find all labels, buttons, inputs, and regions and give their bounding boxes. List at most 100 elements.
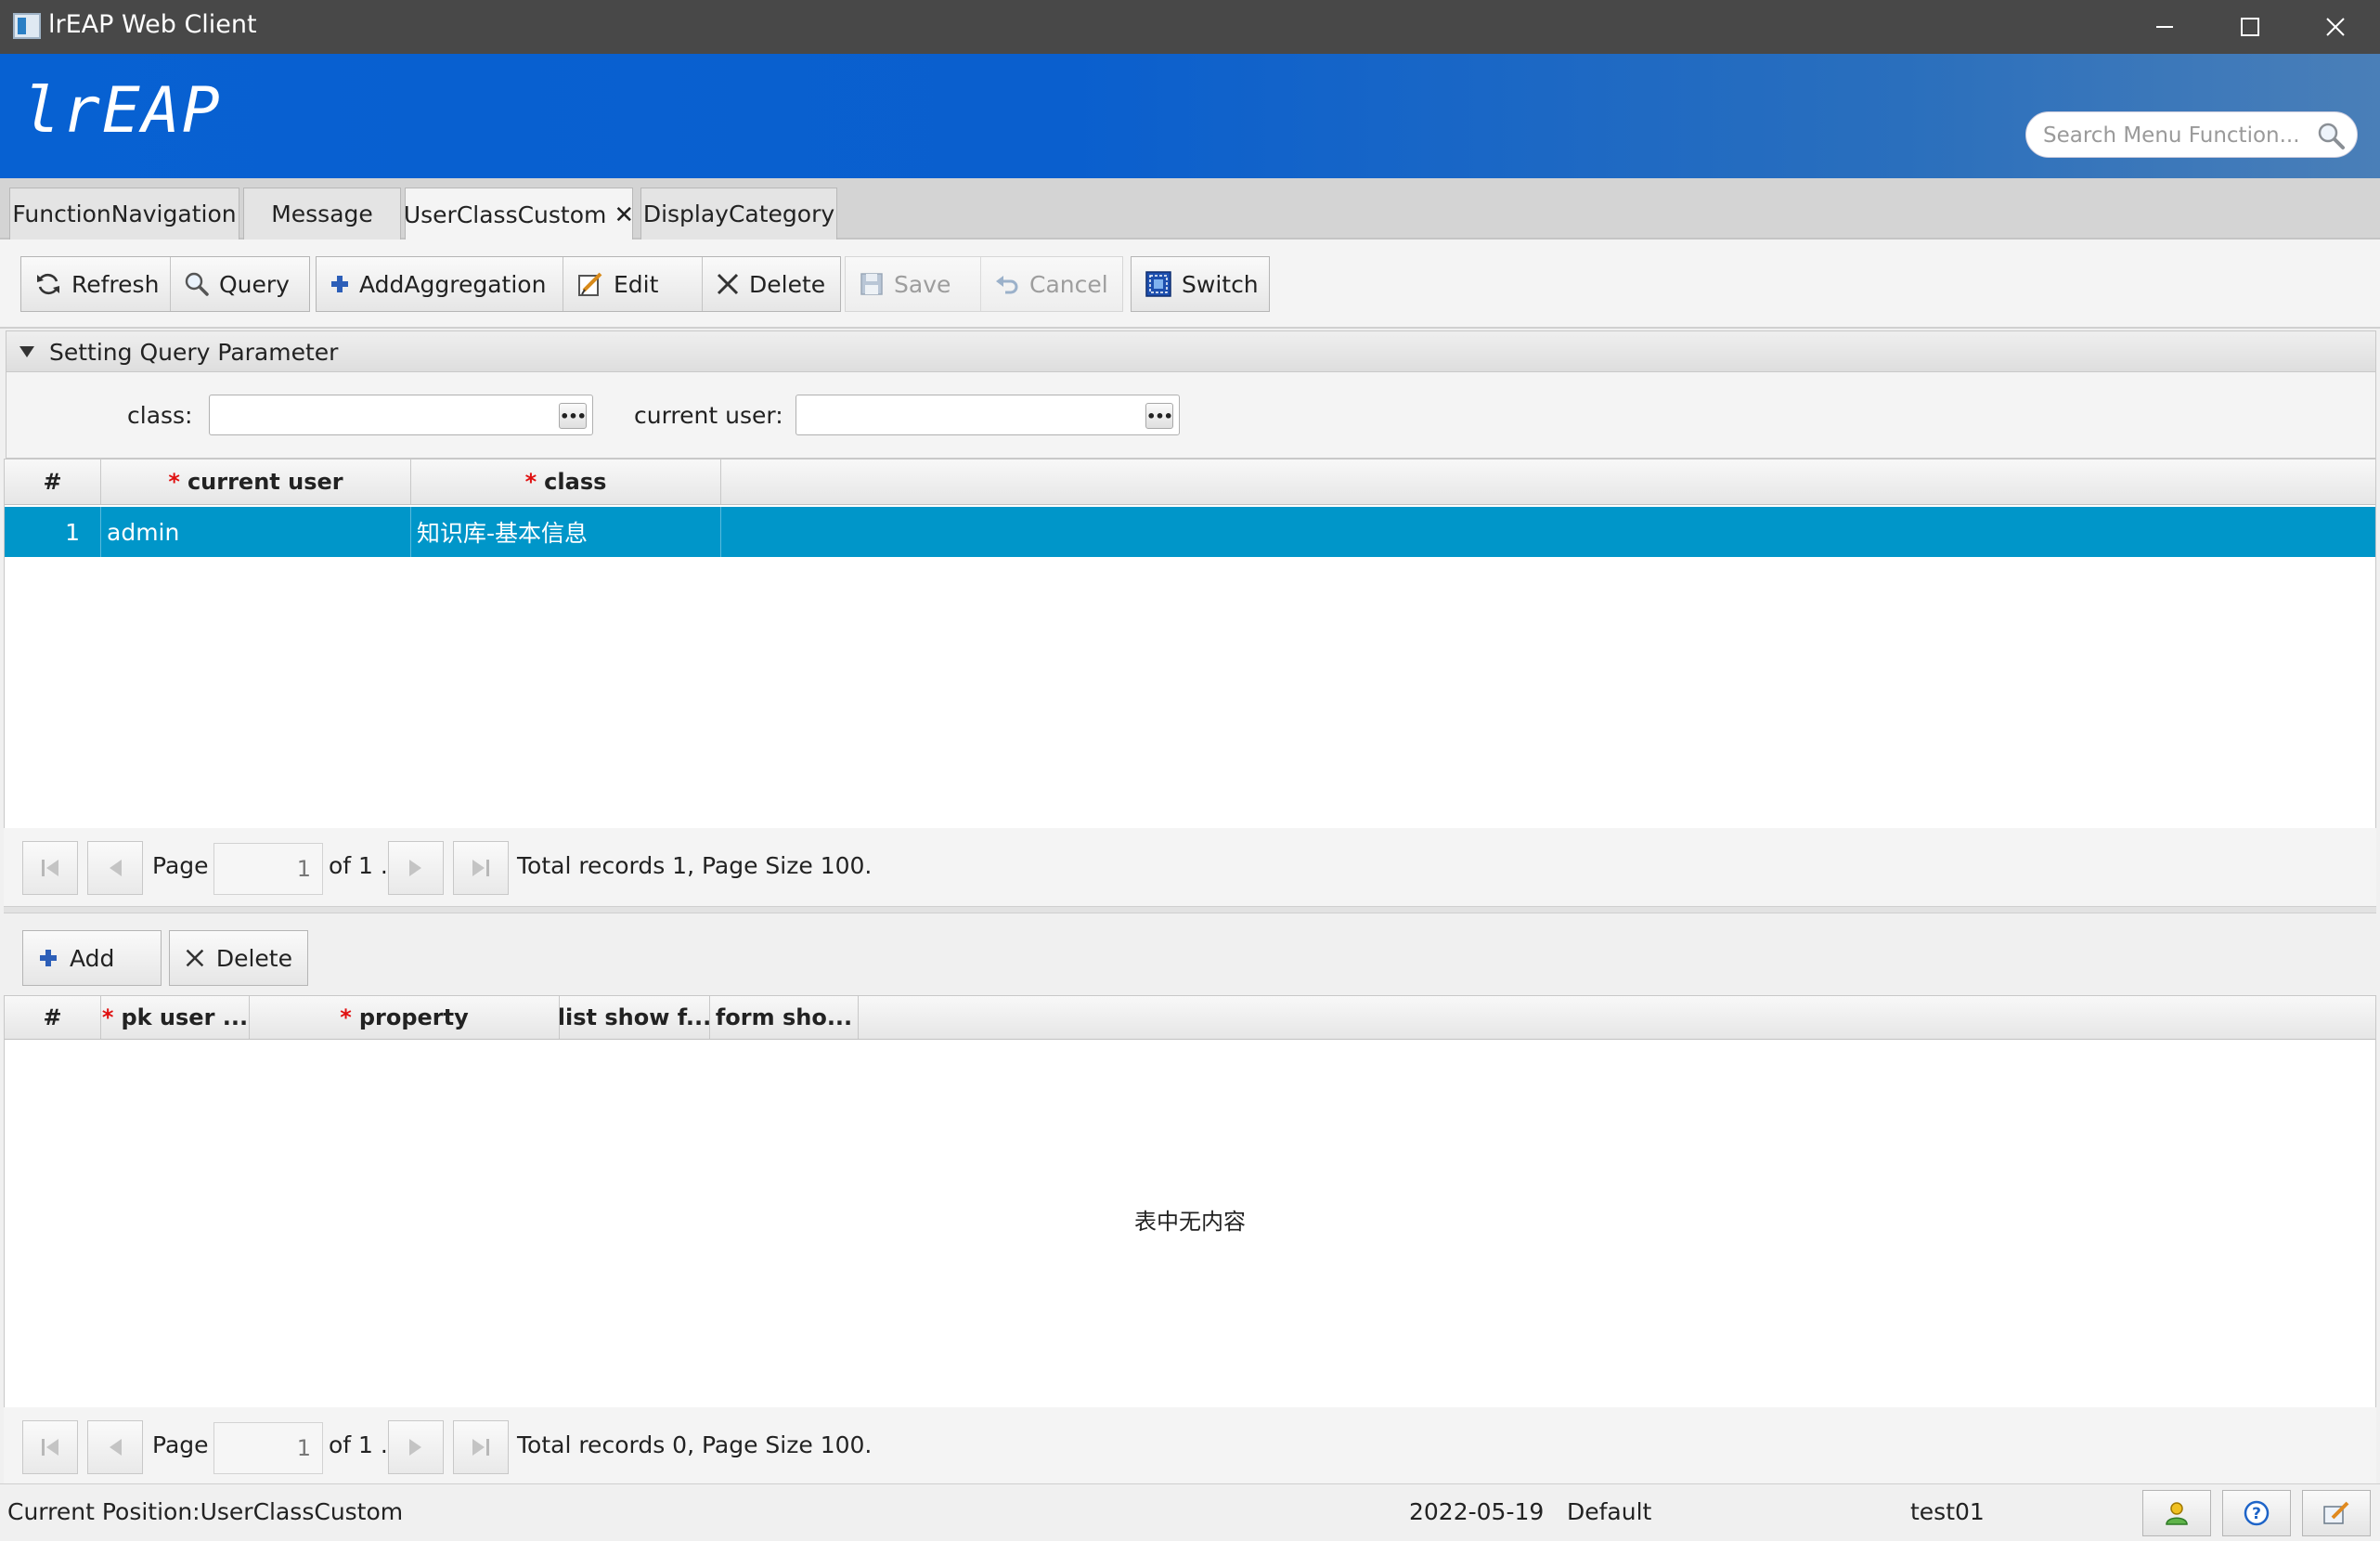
required-mark: *: [168, 469, 180, 495]
switch-view-icon: [1145, 271, 1171, 297]
splitter-handle[interactable]: [4, 906, 2376, 913]
edit-label: Edit: [614, 270, 659, 298]
delete-x-icon: [717, 273, 739, 295]
tab-label: Message: [271, 201, 373, 227]
delete-label: Delete: [749, 270, 826, 298]
previous-page-icon: [110, 1439, 122, 1456]
class-field[interactable]: •••: [209, 395, 593, 435]
close-icon: [2326, 18, 2345, 36]
add-detail-button[interactable]: Add: [22, 930, 162, 986]
save-button[interactable]: Save: [846, 257, 981, 311]
query-parameter-panel: Setting Query Parameter class: ••• curre…: [6, 330, 2376, 459]
tab-display-category[interactable]: DisplayCategory: [640, 188, 837, 240]
window-title: lrEAP Web Client: [48, 10, 257, 39]
edit-button[interactable]: Edit: [563, 257, 703, 311]
class-cell[interactable]: 知识库-基本信息: [411, 507, 721, 557]
tab-message[interactable]: Message: [243, 188, 401, 240]
undo-arrow-icon: [996, 276, 1018, 294]
required-mark: *: [524, 469, 537, 495]
header-label: #: [43, 1004, 62, 1030]
column-header-list-show[interactable]: list show f...: [560, 996, 710, 1039]
header-label: property: [358, 1004, 469, 1030]
toolbar-group-query: Refresh Query: [20, 256, 310, 312]
minimize-icon: [2156, 26, 2173, 28]
page-label: Page: [152, 852, 209, 879]
first-page-icon: [42, 860, 58, 876]
empty-table-message: 表中无内容: [1134, 1209, 1246, 1235]
next-page-button[interactable]: [388, 841, 444, 895]
header-label: form sho...: [715, 1004, 853, 1030]
current-position-text: Current Position:UserClassCustom: [7, 1498, 404, 1525]
delete-detail-button[interactable]: Delete: [169, 930, 308, 986]
column-header-pk-user[interactable]: * pk user ...: [101, 996, 250, 1039]
query-panel-header[interactable]: Setting Query Parameter: [6, 331, 2375, 372]
refresh-icon: [37, 273, 59, 295]
menu-search-input[interactable]: [2041, 120, 2310, 151]
cancel-button[interactable]: Cancel: [981, 257, 1122, 311]
current-user-field[interactable]: •••: [795, 395, 1180, 435]
toolbar-group-save: Save Cancel: [845, 256, 1123, 312]
tab-label: DisplayCategory: [642, 201, 835, 227]
maximize-button[interactable]: [2207, 0, 2293, 54]
tab-user-class-custom[interactable]: UserClassCustom ✕: [404, 188, 634, 241]
user-profile-button[interactable]: [2142, 1490, 2211, 1536]
status-bar: Current Position:UserClassCustom 2022-05…: [0, 1483, 2380, 1541]
toolbar-group-switch: Switch: [1131, 256, 1270, 312]
current-user-lookup-button[interactable]: •••: [1145, 403, 1173, 429]
page-of-label: of 1 .: [329, 852, 388, 879]
column-header-current-user[interactable]: * current user: [101, 460, 411, 504]
column-header-form-show[interactable]: form sho...: [710, 996, 859, 1039]
collapse-arrow-icon[interactable]: [19, 346, 34, 357]
header-label: class: [544, 469, 607, 495]
column-header-index[interactable]: #: [5, 460, 101, 504]
status-user: test01: [1910, 1498, 1985, 1525]
tab-function-navigation[interactable]: FunctionNavigation: [9, 188, 239, 240]
add-aggregation-label: AddAggregation: [359, 270, 547, 298]
app-logo: lrEAP: [22, 74, 222, 148]
last-page-button[interactable]: [453, 841, 509, 895]
notes-button[interactable]: [2302, 1490, 2371, 1536]
table-row[interactable]: 1 admin 知识库-基本信息: [5, 507, 2375, 557]
minimize-button[interactable]: [2122, 0, 2207, 54]
save-disk-icon: [860, 273, 883, 295]
help-button[interactable]: ?: [2222, 1490, 2291, 1536]
required-mark: *: [340, 1004, 352, 1030]
first-page-button[interactable]: [22, 841, 78, 895]
add-aggregation-button[interactable]: AddAggregation: [317, 257, 563, 311]
header-label: list show f...: [560, 1004, 710, 1030]
last-page-icon: [472, 1439, 489, 1456]
current-user-cell[interactable]: admin: [101, 507, 411, 557]
add-label: Add: [70, 944, 115, 972]
refresh-button[interactable]: Refresh: [21, 257, 171, 311]
search-icon[interactable]: [2316, 121, 2346, 150]
menu-search-box[interactable]: [2025, 111, 2358, 158]
save-label: Save: [894, 270, 951, 298]
maximize-icon: [2241, 18, 2259, 36]
note-pen-icon: [2323, 1501, 2349, 1524]
total-records-text: Total records 1, Page Size 100.: [517, 852, 873, 879]
previous-page-button[interactable]: [87, 1420, 143, 1474]
class-lookup-button[interactable]: •••: [559, 403, 587, 429]
first-page-button[interactable]: [22, 1420, 78, 1474]
last-page-button[interactable]: [453, 1420, 509, 1474]
column-header-property[interactable]: * property: [250, 996, 560, 1039]
main-toolbar: Refresh Query AddAggregation Edit Delete…: [0, 240, 2380, 329]
column-header-index[interactable]: #: [5, 996, 101, 1039]
magnifier-icon: [185, 272, 209, 296]
user-icon: [2166, 1502, 2188, 1525]
column-header-class[interactable]: * class: [411, 460, 721, 504]
total-records-text: Total records 0, Page Size 100.: [517, 1431, 873, 1458]
close-window-button[interactable]: [2293, 0, 2378, 54]
query-button[interactable]: Query: [171, 257, 309, 311]
last-page-icon: [472, 860, 489, 876]
previous-page-button[interactable]: [87, 841, 143, 895]
tab-close-icon[interactable]: ✕: [614, 201, 634, 229]
page-number-input[interactable]: [213, 1422, 323, 1474]
next-page-button[interactable]: [388, 1420, 444, 1474]
page-number-input[interactable]: [213, 843, 323, 895]
page-label: Page: [152, 1431, 209, 1458]
required-mark: *: [101, 1004, 114, 1030]
delete-button[interactable]: Delete: [703, 257, 840, 311]
first-page-icon: [42, 1439, 58, 1456]
switch-button[interactable]: Switch: [1132, 257, 1269, 311]
